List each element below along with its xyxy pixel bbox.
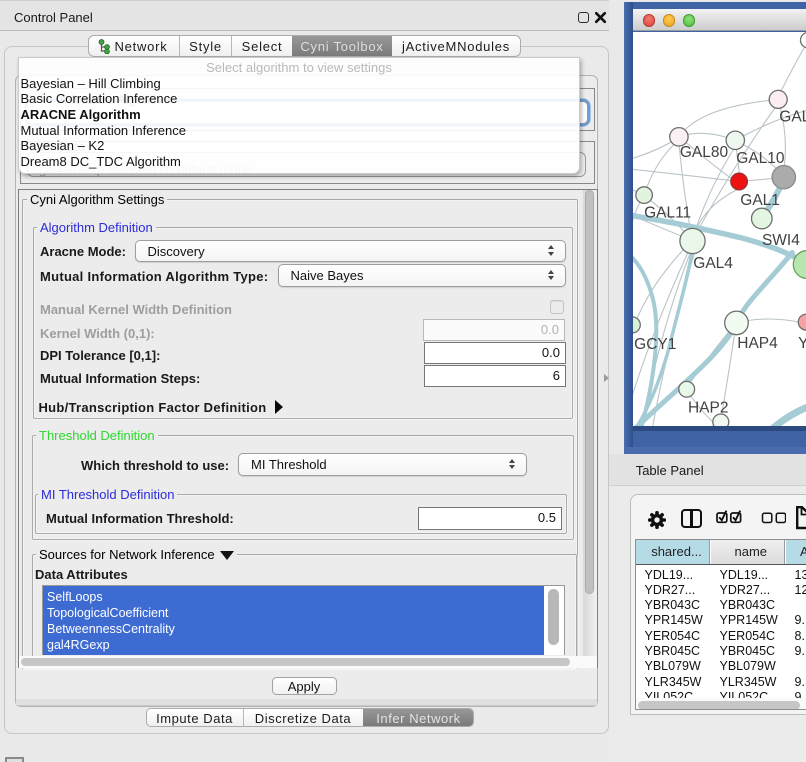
svg-text:Y: Y bbox=[798, 334, 806, 351]
svg-text:GAL: GAL bbox=[779, 108, 806, 125]
svg-text:GAL4: GAL4 bbox=[693, 254, 733, 271]
svg-text:GCY1: GCY1 bbox=[634, 335, 676, 352]
svg-text:GAL1: GAL1 bbox=[740, 192, 780, 209]
svg-text:GAL80: GAL80 bbox=[680, 144, 728, 161]
svg-text:SWI4: SWI4 bbox=[762, 231, 800, 248]
svg-text:HAP2: HAP2 bbox=[688, 399, 728, 416]
svg-text:GAL11: GAL11 bbox=[644, 204, 691, 221]
svg-text:GAL10: GAL10 bbox=[736, 150, 784, 167]
svg-text:HAP4: HAP4 bbox=[737, 334, 778, 351]
